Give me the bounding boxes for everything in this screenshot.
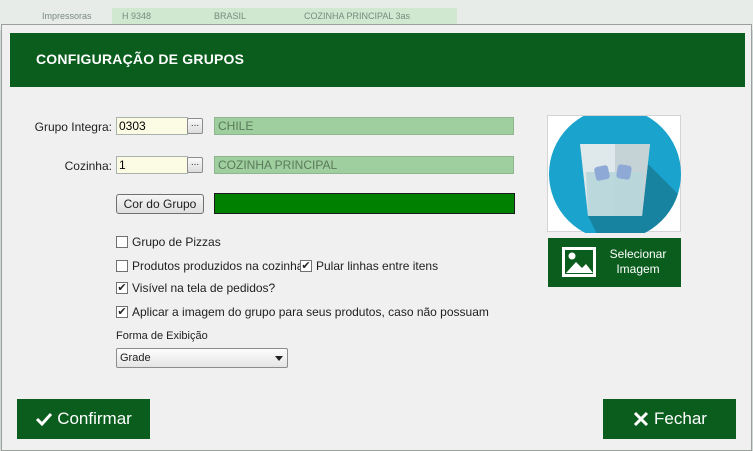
dialog-title: CONFIGURAÇÃO DE GRUPOS	[36, 51, 245, 67]
visivel-pedidos-checkbox[interactable]: ✔ Visível na tela de pedidos?	[116, 281, 275, 295]
checkbox-box[interactable]	[116, 260, 128, 272]
dialog-header: CONFIGURAÇÃO DE GRUPOS	[10, 33, 745, 87]
checkmark-icon	[36, 412, 53, 426]
close-icon	[633, 411, 649, 427]
group-color-swatch[interactable]	[214, 193, 515, 214]
forma-exibicao-label: Forma de Exibição	[116, 330, 208, 342]
image-icon	[562, 247, 596, 277]
checkbox-box[interactable]	[116, 236, 128, 248]
produtos-cozinha-checkbox[interactable]: Produtos produzidos na cozinha	[116, 259, 303, 273]
grupo-integra-name-field: CHILE	[214, 117, 514, 135]
background-tab: Impressoras	[42, 11, 92, 21]
grupo-integra-lookup-button[interactable]: ...	[187, 118, 203, 134]
grupo-integra-label: Grupo Integra:	[34, 120, 112, 134]
close-button[interactable]: Fechar	[603, 399, 736, 439]
select-image-button[interactable]: Selecionar Imagem	[548, 238, 681, 287]
cor-do-grupo-button[interactable]: Cor do Grupo	[116, 194, 204, 214]
group-image-preview	[547, 108, 681, 240]
produtos-cozinha-label: Produtos produzidos na cozinha	[132, 259, 304, 273]
cozinha-code-input[interactable]: 1	[116, 156, 188, 174]
grupo-integra-code-input[interactable]: 0303	[116, 117, 188, 135]
group-config-dialog: CONFIGURAÇÃO DE GRUPOS Grupo Integra: 03…	[1, 24, 752, 451]
pular-linhas-label: Pular linhas entre itens	[316, 259, 439, 273]
grupo-pizzas-checkbox[interactable]: Grupo de Pizzas	[116, 235, 221, 249]
glass-of-water-icon	[549, 108, 681, 240]
cozinha-name-field: COZINHA PRINCIPAL	[214, 156, 514, 174]
grupo-pizzas-label: Grupo de Pizzas	[132, 235, 221, 249]
background-cell: COZINHA PRINCIPAL 3as	[304, 11, 411, 21]
pular-linhas-checkbox[interactable]: ✔ Pular linhas entre itens	[300, 259, 438, 273]
aplicar-imagem-checkbox[interactable]: ✔ Aplicar a imagem do grupo para seus pr…	[116, 305, 489, 319]
visivel-pedidos-label: Visível na tela de pedidos?	[132, 281, 276, 295]
checkbox-box[interactable]: ✔	[116, 306, 128, 318]
select-image-label-line1: Selecionar	[609, 247, 667, 261]
forma-exibicao-value: Grade	[120, 352, 151, 364]
close-label: Fechar	[654, 409, 707, 428]
checkbox-box[interactable]: ✔	[300, 260, 312, 272]
cozinha-lookup-button[interactable]: ...	[187, 157, 203, 173]
forma-exibicao-select[interactable]: Grade	[116, 348, 288, 368]
confirm-button[interactable]: Confirmar	[17, 399, 150, 439]
background-cell: H 9348	[122, 11, 152, 21]
dropdown-arrow-icon	[275, 356, 283, 361]
cozinha-label: Cozinha:	[64, 159, 112, 173]
checkbox-box[interactable]: ✔	[116, 282, 128, 294]
background-cell: BRASIL	[214, 11, 247, 21]
select-image-label-line2: Imagem	[616, 262, 660, 276]
select-image-label: Selecionar Imagem	[598, 247, 678, 277]
confirm-label: Confirmar	[57, 409, 132, 428]
aplicar-imagem-label: Aplicar a imagem do grupo para seus prod…	[132, 305, 489, 319]
